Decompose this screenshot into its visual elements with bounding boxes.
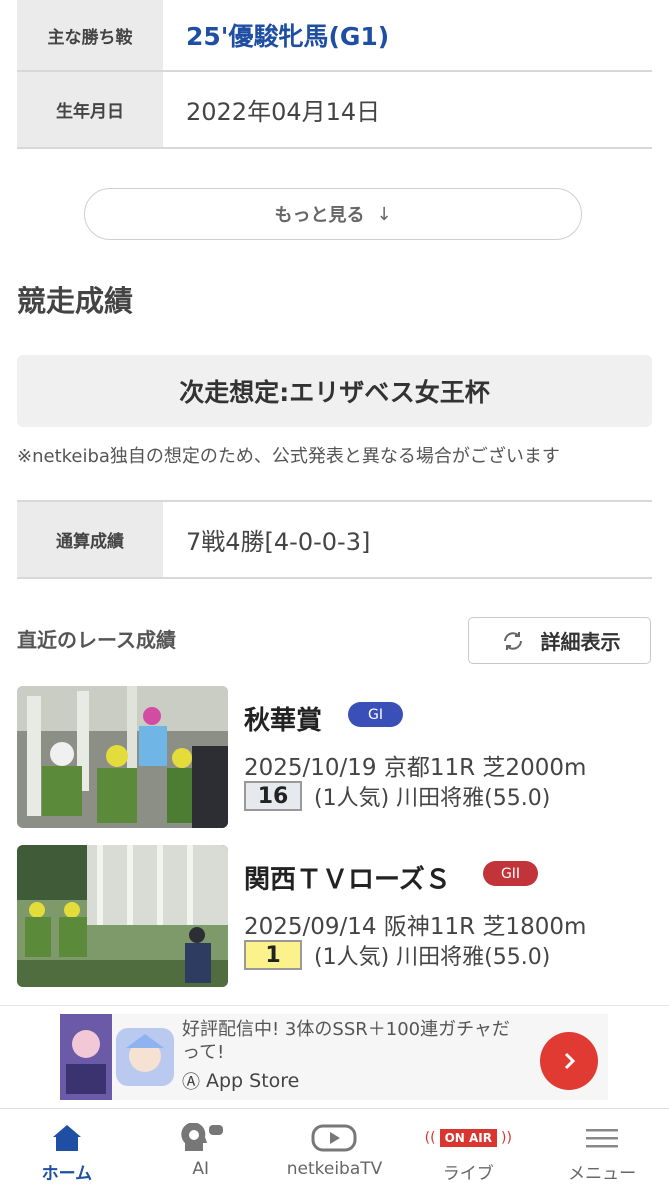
more-label: もっと見る (274, 205, 365, 226)
grade-badge: GI (348, 702, 403, 727)
main-win-value[interactable]: 25'優駿牝馬(G1) (163, 0, 652, 70)
tab-label: メニュー (568, 1164, 637, 1184)
disclaimer-note: ※netkeiba独自の想定のため、公式発表と異なる場合がございます (17, 446, 560, 467)
race-name[interactable]: 秋華賞 (244, 700, 322, 737)
total-label: 通算成績 (17, 502, 163, 577)
tv-icon (311, 1124, 357, 1152)
total-record-row: 通算成績 7戦4勝[4-0-0-3] (17, 500, 652, 579)
refresh-icon (503, 631, 522, 650)
ad-text: 好評配信中! 3体のSSR＋100連ガチャだって! (182, 1019, 510, 1063)
detail-view-button[interactable]: 詳細表示 (468, 617, 651, 664)
tab-label: ホーム (41, 1164, 93, 1184)
menu-icon (586, 1129, 619, 1148)
race-result: 1 (1人気) 川田将雅(55.0) (244, 939, 550, 971)
detail-view-label: 詳細表示 (540, 630, 621, 654)
ad-banner[interactable]: 好評配信中! 3体のSSR＋100連ガチャだって! Ⓐ App Store (0, 1005, 669, 1106)
tab-label: AI (192, 1159, 210, 1179)
race-detail: (1人気) 川田将雅(55.0) (314, 945, 551, 970)
main-win-label: 主な勝ち鞍 (17, 0, 163, 70)
recent-races-label: 直近のレース成績 (17, 628, 176, 652)
tab-netkeibatv[interactable]: netkeibaTV (268, 1109, 402, 1201)
ad-open-button[interactable] (540, 1032, 598, 1090)
main-win-row: 主な勝ち鞍 25'優駿牝馬(G1) (17, 0, 652, 72)
next-race-banner[interactable]: 次走想定:エリザベス女王杯 (17, 355, 652, 427)
app-icon (116, 1028, 174, 1086)
tab-ai[interactable]: AI (134, 1109, 268, 1201)
on-air-badge: ON AIR (439, 1129, 497, 1147)
tab-label: ライブ (442, 1164, 494, 1184)
app-store-link[interactable]: Ⓐ App Store (182, 1068, 299, 1094)
birth-row: 生年月日 2022年04月14日 (17, 72, 652, 149)
race-thumbnail[interactable] (17, 845, 228, 987)
section-title: 競走成績 (17, 284, 134, 318)
ai-icon (181, 1123, 223, 1151)
birth-label: 生年月日 (17, 72, 163, 147)
tab-menu[interactable]: メニュー (535, 1109, 669, 1201)
tab-home[interactable]: ホーム (0, 1109, 134, 1201)
race-detail: (1人気) 川田将雅(55.0) (314, 786, 551, 811)
more-button[interactable]: もっと見る ↓ (84, 188, 582, 240)
race-name[interactable]: 関西ＴＶローズＳ (244, 859, 451, 896)
chevron-right-icon (564, 1052, 576, 1070)
total-value: 7戦4勝[4-0-0-3] (186, 528, 371, 556)
ad-content[interactable]: 好評配信中! 3体のSSR＋100連ガチャだって! Ⓐ App Store (60, 1014, 608, 1100)
birth-value: 2022年04月14日 (186, 98, 381, 126)
tab-label: netkeibaTV (286, 1159, 383, 1179)
tab-live[interactable]: (( ON AIR )) ライブ (401, 1109, 535, 1201)
race-meta: 2025/09/14 阪神11R 芝1800m (244, 914, 587, 940)
race-item[interactable]: 関西ＴＶローズＳ GII 2025/09/14 阪神11R 芝1800m 1 (… (17, 845, 652, 987)
race-result: 16 (1人気) 川田将雅(55.0) (244, 780, 550, 812)
app-store-label: App Store (206, 1070, 300, 1092)
race-item[interactable]: 秋華賞 GI 2025/10/19 京都11R 芝2000m 16 (1人気) … (17, 686, 652, 828)
bottom-tab-bar: ホーム AI netkeibaTV (( ON AIR )) ライブ メニュー (0, 1108, 669, 1201)
ad-game-art (60, 1014, 112, 1100)
race-thumbnail[interactable] (17, 686, 228, 828)
arrow-down-icon: ↓ (376, 203, 392, 225)
grade-badge: GII (483, 861, 538, 886)
app-store-icon: Ⓐ (182, 1072, 200, 1093)
finish-position: 16 (244, 781, 302, 811)
finish-position: 1 (244, 940, 302, 970)
race-meta: 2025/10/19 京都11R 芝2000m (244, 755, 587, 781)
home-icon (52, 1125, 81, 1151)
on-air-icon: (( ON AIR )) (424, 1129, 512, 1147)
